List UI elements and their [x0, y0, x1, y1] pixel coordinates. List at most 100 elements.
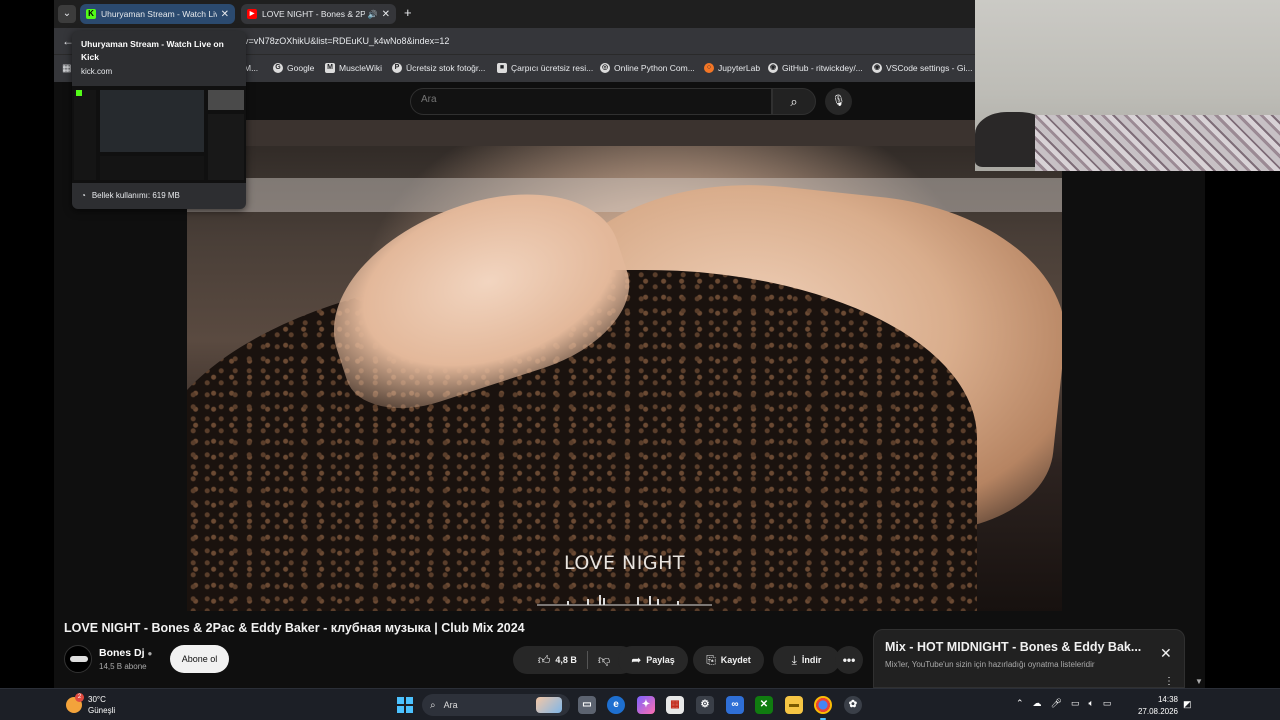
bookmark-python[interactable]: ◎ Online Python Com... [600, 63, 695, 73]
share-arrow-icon: ➦ [631, 653, 642, 667]
visual-studio-icon[interactable]: ∞ [726, 696, 744, 714]
store-icon[interactable]: ▦ [666, 696, 684, 714]
settings-gear-icon[interactable]: ⚙ [696, 696, 714, 714]
webcam-scene-bed [1035, 115, 1280, 171]
video-caption: LOVE NIGHT [563, 552, 685, 574]
taskbar-clock[interactable]: 14:38 27.08.2026 [1134, 694, 1178, 718]
channel-name[interactable]: Bones Dj [99, 647, 145, 659]
taskbar-search-label: Ara [443, 700, 458, 710]
tab-youtube[interactable]: ▶ LOVE NIGHT - Bones & 2Pac & Eddy Baker… [241, 4, 396, 24]
mix-title[interactable]: Mix - HOT MIDNIGHT - Bones & Eddy Bak... [885, 640, 1145, 654]
bookmark-github-2[interactable]: ◉ VSCode settings - Gi... [872, 63, 972, 73]
chrome-icon[interactable] [814, 696, 832, 720]
clock-time: 14:38 [1157, 695, 1178, 704]
like-dislike-group: 👍︎ 4,8 B 👎︎ [513, 646, 635, 674]
hover-card-title: Uhuryaman Stream - Watch Live on Kick [81, 39, 224, 62]
download-button[interactable]: ⤓ İndir [773, 646, 840, 674]
screen: ⌄ K Uhuryaman Stream - Watch Live on Kic… [0, 0, 1280, 720]
scroll-down-arrow-icon[interactable]: ▼ [1195, 677, 1203, 686]
search-box[interactable] [410, 88, 772, 115]
bookmark-label: Ücretsiz stok fotoğr... [406, 63, 486, 73]
battery-icon[interactable]: ▭ [1103, 698, 1112, 709]
share-button[interactable]: ➦ Paylaş [618, 646, 688, 674]
memory-icon: ◔ [81, 191, 86, 200]
more-horizontal-icon: ••• [842, 653, 856, 667]
close-icon[interactable]: ✕ [1160, 645, 1172, 662]
copilot-icon[interactable]: ✦ [637, 696, 655, 714]
tab-title: LOVE NIGHT - Bones & 2Pac & Eddy Baker [262, 9, 365, 19]
channel-name-container[interactable]: Bones Dj ● [99, 647, 152, 659]
audio-waveform [537, 595, 712, 606]
bookmark-icon: ⎘ [706, 652, 716, 667]
like-count[interactable]: 4,8 B [555, 655, 577, 665]
close-tab-icon[interactable]: ✕ [221, 9, 229, 20]
more-vertical-icon[interactable]: ⋮ [1164, 676, 1174, 687]
bookmark-github-1[interactable]: ◉ GitHub - ritwickdey/... [768, 63, 863, 73]
video-title: LOVE NIGHT - Bones & 2Pac & Eddy Baker -… [64, 621, 525, 635]
share-label: Paylaş [646, 655, 675, 665]
musclewiki-icon: M [325, 63, 335, 73]
weather-text: 30°C Güneşli [88, 694, 115, 716]
mix-playlist-panel: Mix - HOT MIDNIGHT - Bones & Eddy Bak...… [873, 629, 1185, 688]
notification-icon[interactable]: ◩ [1183, 699, 1192, 710]
search-highlight-icon [536, 697, 562, 713]
weather-temp: 30°C [88, 695, 106, 704]
tab-kick[interactable]: K Uhuryaman Stream - Watch Live on Kick … [80, 4, 235, 24]
voice-search-button[interactable]: 🎙 [825, 88, 852, 115]
tab-search-button[interactable]: ⌄ [58, 5, 76, 23]
search-input[interactable] [421, 94, 751, 105]
bookmark-google[interactable]: G Google [273, 63, 314, 73]
bookmark-label: M... [244, 63, 259, 73]
hover-card-thumbnail [72, 86, 246, 183]
bookmark-item[interactable]: M... [244, 63, 258, 73]
taskbar-search[interactable]: ⌕ Ara [422, 694, 570, 716]
task-view-icon[interactable]: ▭ [578, 696, 596, 714]
weather-desc: Güneşli [88, 706, 116, 715]
onedrive-icon[interactable]: ☁ [1033, 698, 1042, 709]
thumbs-up-icon[interactable]: 👍︎ [538, 653, 551, 668]
bookmark-musclewiki[interactable]: M MuscleWiki [325, 63, 382, 73]
verified-icon: ● [147, 649, 153, 658]
sun-icon [66, 693, 84, 713]
speaker-icon[interactable]: 🔈︎ [1089, 698, 1094, 709]
bookmark-label: MuscleWiki [339, 63, 382, 73]
speaker-icon[interactable]: 🔊 [368, 10, 378, 19]
microphone-icon[interactable]: 🎤︎ [1051, 698, 1062, 709]
close-tab-icon[interactable]: ✕ [382, 9, 390, 20]
subscriber-count: 14,5 B abone [99, 662, 147, 671]
windows-start-icon[interactable] [397, 697, 413, 713]
bookmark-jupyter[interactable]: ○ JupyterLab [704, 63, 760, 73]
save-button[interactable]: ⎘ Kaydet [693, 646, 764, 674]
youtube-icon: ▶ [247, 9, 257, 19]
video-player[interactable]: LOVE NIGHT [187, 120, 1062, 611]
xbox-icon[interactable]: ✕ [755, 696, 773, 714]
apps-grid-icon[interactable]: ▦ [62, 63, 71, 74]
save-label: Kaydet [720, 655, 751, 665]
bookmark-label: Çarpıcı ücretsiz resi... [511, 63, 594, 73]
subscribe-button[interactable]: Abone ol [170, 645, 229, 673]
address-bar[interactable]: v=vN78zOXhikU&list=RDEuKU_k4wNo8&index=1… [244, 36, 449, 46]
github-icon: ◉ [768, 63, 778, 73]
tab-hover-card: Uhuryaman Stream - Watch Live on Kick ki… [72, 31, 246, 209]
chevron-up-icon[interactable]: ⌃ [1016, 698, 1024, 709]
display-icon[interactable]: ▭ [1071, 698, 1080, 709]
new-tab-button[interactable]: + [404, 5, 412, 20]
bookmark-unsplash[interactable]: ■ Çarpıcı ücretsiz resi... [497, 63, 593, 73]
weather-widget[interactable]: 30°C Güneşli [66, 693, 115, 716]
kick-icon: K [86, 9, 96, 19]
bookmark-pexels[interactable]: P Ücretsiz stok fotoğr... [392, 63, 485, 73]
more-actions-button[interactable]: ••• [835, 646, 863, 674]
mix-subtitle: Mix'ler, YouTube'un sizin için hazırladı… [885, 660, 1095, 669]
webcam-overlay [975, 0, 1280, 171]
microphone-icon: 🎙 [831, 95, 846, 107]
edge-icon[interactable]: e [607, 696, 625, 714]
channel-avatar[interactable] [64, 645, 92, 673]
system-tray: ⌃ ☁ 🎤︎ ▭ 🔈︎ ▭ [1016, 698, 1111, 709]
file-explorer-icon[interactable]: ▬ [785, 696, 803, 714]
thumbs-down-icon[interactable]: 👎︎ [598, 653, 610, 668]
search-button[interactable]: ⌕ [772, 88, 816, 115]
video-scene-rail [187, 120, 1062, 146]
bookmark-label: GitHub - ritwickdey/... [782, 63, 863, 73]
chatgpt-icon[interactable]: ✿ [844, 696, 862, 714]
hover-card-domain: kick.com [81, 67, 113, 76]
